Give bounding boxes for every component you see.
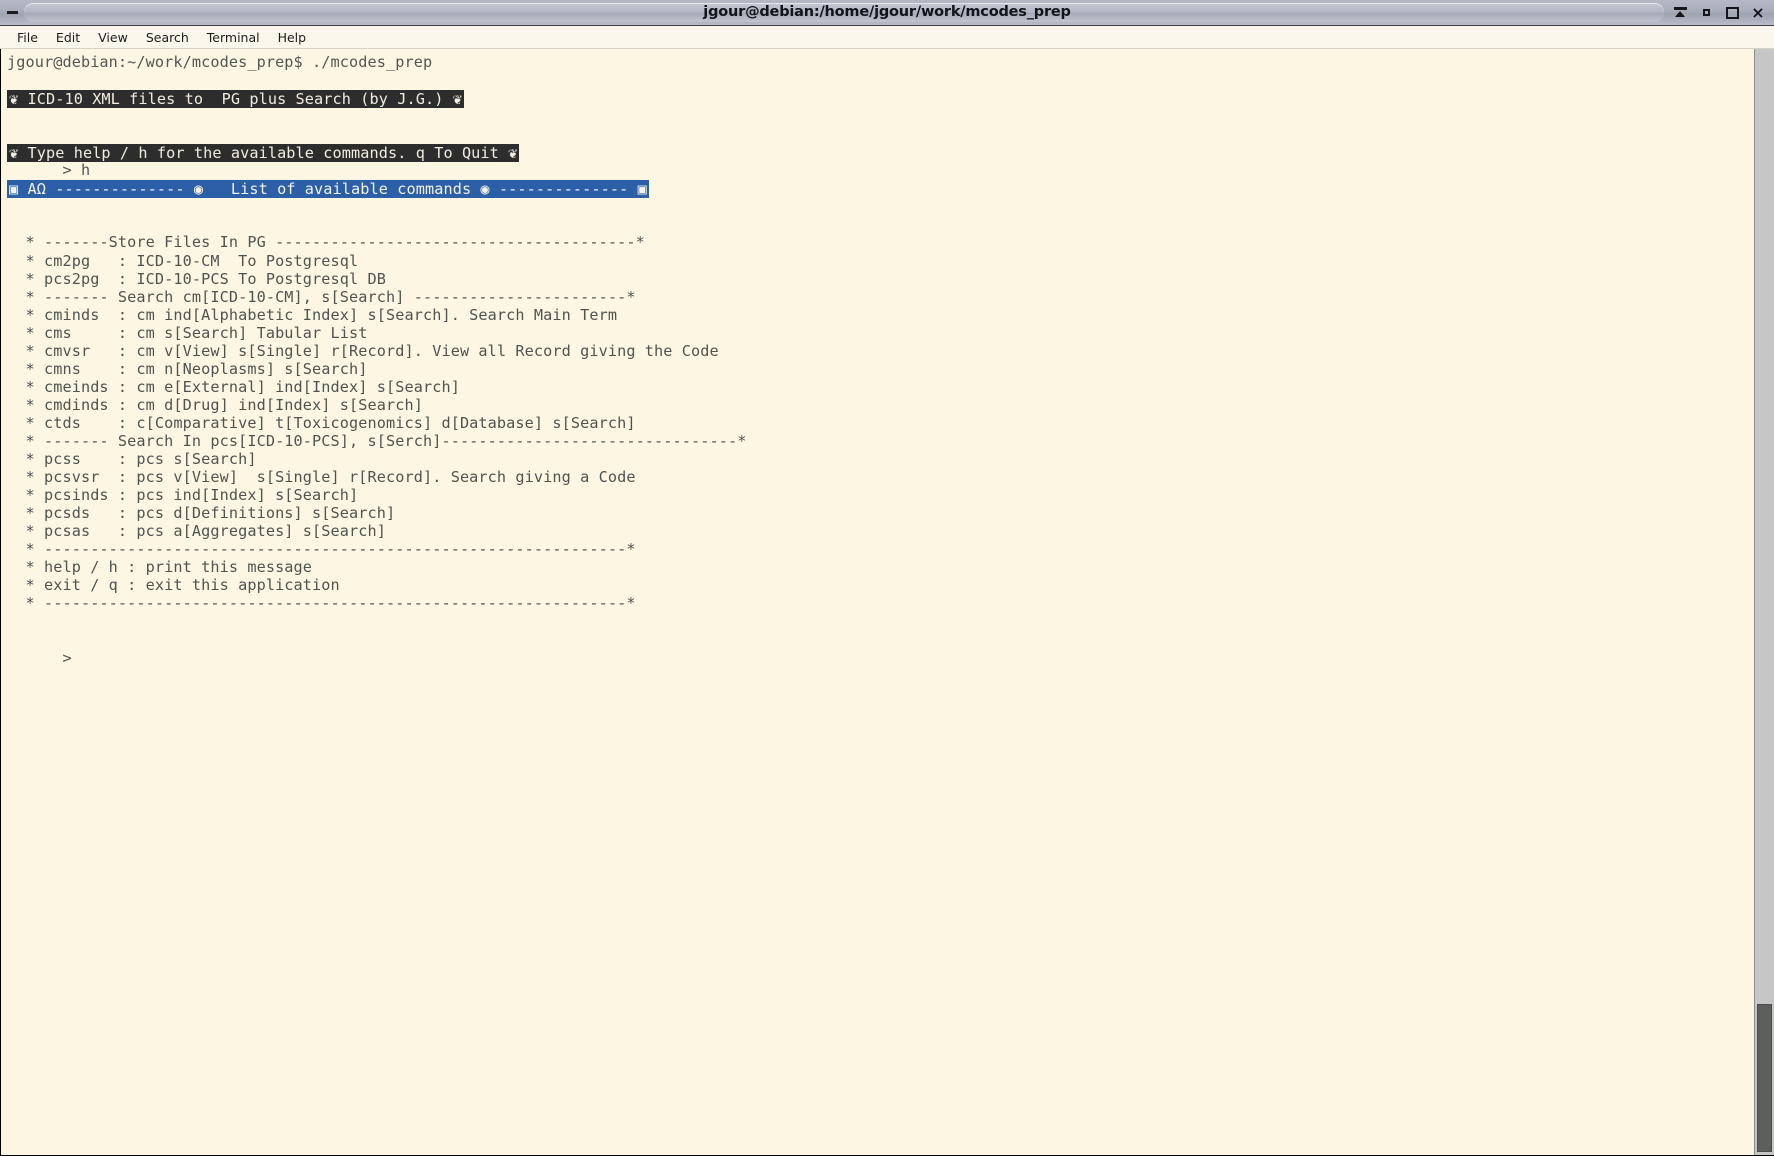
menu-item-search[interactable]: Search xyxy=(137,28,198,47)
help-line: * --------------------------------------… xyxy=(7,540,636,559)
user-input-line: > h xyxy=(7,161,91,180)
terminal-scrollbar[interactable] xyxy=(1754,49,1774,1155)
command-input-prompt[interactable]: > xyxy=(7,649,1754,667)
minimize-icon xyxy=(1702,9,1710,16)
menu-item-view[interactable]: View xyxy=(89,28,137,47)
header-bar-row: ▣ ΑΩ -------------- ◉ List of available … xyxy=(7,179,1754,199)
terminal-window: jgour@debian:/home/jgour/work/mcodes_pre… xyxy=(0,0,1774,1156)
close-button[interactable]: × xyxy=(1746,2,1770,24)
shade-button[interactable] xyxy=(1668,2,1692,24)
help-line: * exit / q : exit this application xyxy=(7,576,340,595)
help-line: * cmvsr : cm v[View] s[Single] r[Record]… xyxy=(7,341,719,360)
help-line: * help / h : print this message xyxy=(7,558,313,577)
help-line: * cmns : cm n[Neoplasms] s[Search] xyxy=(7,359,368,378)
help-line: * ctds : c[Comparative] t[Toxicogenomics… xyxy=(7,413,636,432)
available-commands-header: ▣ ΑΩ -------------- ◉ List of available … xyxy=(7,180,649,199)
maximize-button[interactable] xyxy=(1720,2,1744,24)
help-line: * cminds : cm ind[Alphabetic Index] s[Se… xyxy=(7,305,618,324)
app-banner-title: ❦ ICD-10 XML files to PG plus Search (by… xyxy=(7,90,464,109)
terminal-area: jgour@debian:~/work/mcodes_prep$ ./mcode… xyxy=(0,49,1774,1156)
maximize-icon xyxy=(1725,6,1739,19)
help-line: * pcss : pcs s[Search] xyxy=(7,450,257,469)
help-line: * --------------------------------------… xyxy=(7,594,636,613)
help-line: * pcsds : pcs d[Definitions] s[Search] xyxy=(7,504,396,523)
shade-icon xyxy=(1673,7,1687,18)
minimize-button[interactable] xyxy=(1694,2,1718,24)
help-line: * cmdinds : cm d[Drug] ind[Index] s[Sear… xyxy=(7,395,423,414)
menu-bar: File Edit View Search Terminal Help xyxy=(0,26,1774,49)
title-bar[interactable]: jgour@debian:/home/jgour/work/mcodes_pre… xyxy=(0,0,1774,26)
help-line: * cm2pg : ICD-10-CM To Postgresql xyxy=(7,251,359,270)
help-line: * cms : cm s[Search] Tabular List xyxy=(7,323,368,342)
help-line: * pcsvsr : pcs v[View] s[Single] r[Recor… xyxy=(7,468,636,487)
title-bar-pill xyxy=(24,3,1664,22)
terminal-output[interactable]: jgour@debian:~/work/mcodes_prep$ ./mcode… xyxy=(1,49,1754,1155)
shell-prompt-line: jgour@debian:~/work/mcodes_prep$ ./mcode… xyxy=(7,53,433,71)
help-line: * pcsinds : pcs ind[Index] s[Search] xyxy=(7,486,359,505)
scrollbar-thumb[interactable] xyxy=(1757,1004,1772,1152)
help-line: * ------- Search In pcs[ICD-10-PCS], s[S… xyxy=(7,431,747,450)
help-line: * cmeinds : cm e[External] ind[Index] s[… xyxy=(7,377,460,396)
menu-item-file[interactable]: File xyxy=(8,28,47,47)
help-command-list: * -------Store Files In PG -------------… xyxy=(7,233,1754,612)
menu-item-help[interactable]: Help xyxy=(269,28,316,47)
window-menu-icon xyxy=(6,11,18,14)
help-line: * ------- Search cm[ICD-10-CM], s[Search… xyxy=(7,287,636,306)
menu-item-terminal[interactable]: Terminal xyxy=(198,28,269,47)
close-icon: × xyxy=(1751,2,1765,22)
window-menu-button[interactable] xyxy=(0,11,24,14)
help-line: * pcsas : pcs a[Aggregates] s[Search] xyxy=(7,522,386,541)
help-line: * pcs2pg : ICD-10-PCS To Postgresql DB xyxy=(7,269,386,288)
app-banner-hint: ❦ Type help / h for the available comman… xyxy=(7,144,520,163)
window-controls: × xyxy=(1668,0,1770,25)
banner-row-1: ❦ ICD-10 XML files to PG plus Search (by… xyxy=(7,89,1754,109)
menu-item-edit[interactable]: Edit xyxy=(47,28,89,47)
help-line: * -------Store Files In PG -------------… xyxy=(7,233,645,252)
banner-row-2: ❦ Type help / h for the available comman… xyxy=(7,143,1754,163)
